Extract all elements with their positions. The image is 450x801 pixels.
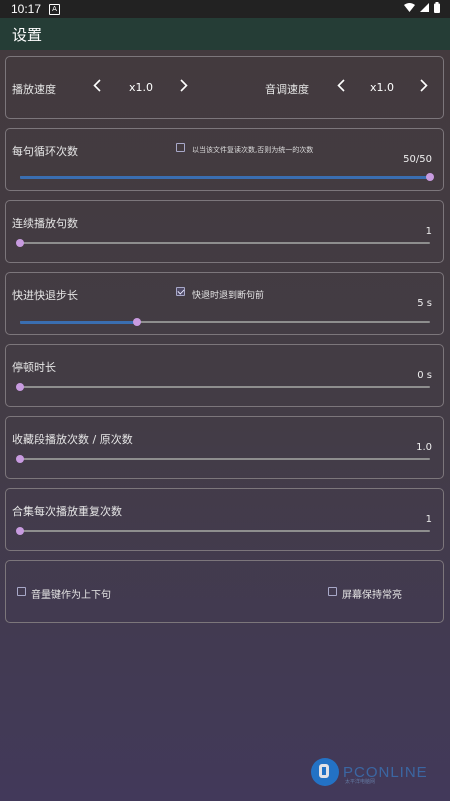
slider-thumb[interactable] xyxy=(16,239,24,247)
signal-icon xyxy=(420,3,429,12)
slider-thumb[interactable] xyxy=(16,383,24,391)
wifi-icon xyxy=(404,3,415,12)
page-title: 设置 xyxy=(12,25,43,44)
loop-file-checkbox-label: 以当该文件复读次数,否则为统一的次数 xyxy=(192,146,314,154)
pitch-speed-decrease-button[interactable] xyxy=(331,77,351,96)
pause-duration-value: 0 s xyxy=(417,370,432,381)
play-speed-label: 播放速度 xyxy=(12,83,56,96)
speed-card: 播放速度 x1.0 音调速度 x1.0 xyxy=(5,56,444,119)
slider-thumb[interactable] xyxy=(16,527,24,535)
chevron-left-icon xyxy=(337,79,345,92)
slider-fill xyxy=(20,320,137,324)
screen-on-checkbox[interactable] xyxy=(328,587,337,596)
battery-icon xyxy=(434,2,440,13)
slider-thumb[interactable] xyxy=(426,173,434,181)
favorite-play-card: 收藏段播放次数 / 原次数 1.0 xyxy=(5,416,444,479)
seek-step-label: 快进快退步长 xyxy=(12,289,78,302)
continuous-play-card: 连续播放句数 1 xyxy=(5,200,444,263)
seek-step-slider[interactable] xyxy=(20,318,430,326)
loop-count-value: 50/50 xyxy=(403,154,432,165)
seek-step-value: 5 s xyxy=(417,298,432,309)
status-bar: 10:17 A xyxy=(0,0,450,18)
app-bar: 设置 xyxy=(0,18,450,50)
volume-key-checkbox[interactable] xyxy=(17,587,26,596)
slider-thumb[interactable] xyxy=(132,318,141,326)
slider-fill xyxy=(20,175,430,179)
chevron-left-icon xyxy=(93,79,101,92)
watermark-logo: PCONLINE 太平洋电脑网 xyxy=(311,758,428,786)
notification-icon: A xyxy=(49,3,61,15)
favorite-play-value: 1.0 xyxy=(416,442,432,453)
collection-repeat-label: 合集每次播放重复次数 xyxy=(12,505,122,518)
seek-step-card: 快进快退步长 快退时退到断句前 5 s xyxy=(5,272,444,335)
pitch-speed-label: 音调速度 xyxy=(265,83,309,96)
volume-key-label: 音量键作为上下句 xyxy=(31,590,111,601)
status-time: 10:17 xyxy=(11,2,42,16)
collection-repeat-value: 1 xyxy=(425,514,432,525)
pitch-speed-value: x1.0 xyxy=(370,81,395,94)
favorite-play-label: 收藏段播放次数 / 原次数 xyxy=(12,433,133,446)
continuous-play-label: 连续播放句数 xyxy=(12,217,78,230)
pause-duration-slider[interactable] xyxy=(16,383,430,391)
loop-count-slider[interactable] xyxy=(20,173,434,181)
loop-count-card: 每句循环次数 以当该文件复读次数,否则为统一的次数 50/50 xyxy=(5,128,444,191)
slider-thumb[interactable] xyxy=(16,455,24,463)
continuous-play-value: 1 xyxy=(425,226,432,237)
screen-on-label: 屏幕保持常亮 xyxy=(342,590,402,601)
play-speed-value: x1.0 xyxy=(129,81,154,94)
options-card: 音量键作为上下句 屏幕保持常亮 xyxy=(5,560,444,623)
play-speed-decrease-button[interactable] xyxy=(87,77,107,96)
favorite-play-slider[interactable] xyxy=(16,455,430,463)
pause-duration-card: 停顿时长 0 s xyxy=(5,344,444,407)
watermark-subtext: 太平洋电脑网 xyxy=(345,779,376,785)
pause-duration-label: 停顿时长 xyxy=(12,361,56,374)
pitch-speed-increase-button[interactable] xyxy=(414,77,434,96)
status-icons xyxy=(404,2,440,13)
pconline-logo-icon xyxy=(311,758,339,786)
loop-file-checkbox[interactable] xyxy=(176,143,185,152)
play-speed-increase-button[interactable] xyxy=(174,77,194,96)
collection-repeat-card: 合集每次播放重复次数 1 xyxy=(5,488,444,551)
chevron-right-icon xyxy=(420,79,428,92)
collection-repeat-slider[interactable] xyxy=(16,527,430,535)
seek-back-checkbox-label: 快退时退到断句前 xyxy=(192,291,265,301)
chevron-right-icon xyxy=(180,79,188,92)
continuous-play-slider[interactable] xyxy=(16,239,430,247)
seek-back-checkbox[interactable] xyxy=(176,287,185,296)
loop-count-label: 每句循环次数 xyxy=(12,145,78,158)
